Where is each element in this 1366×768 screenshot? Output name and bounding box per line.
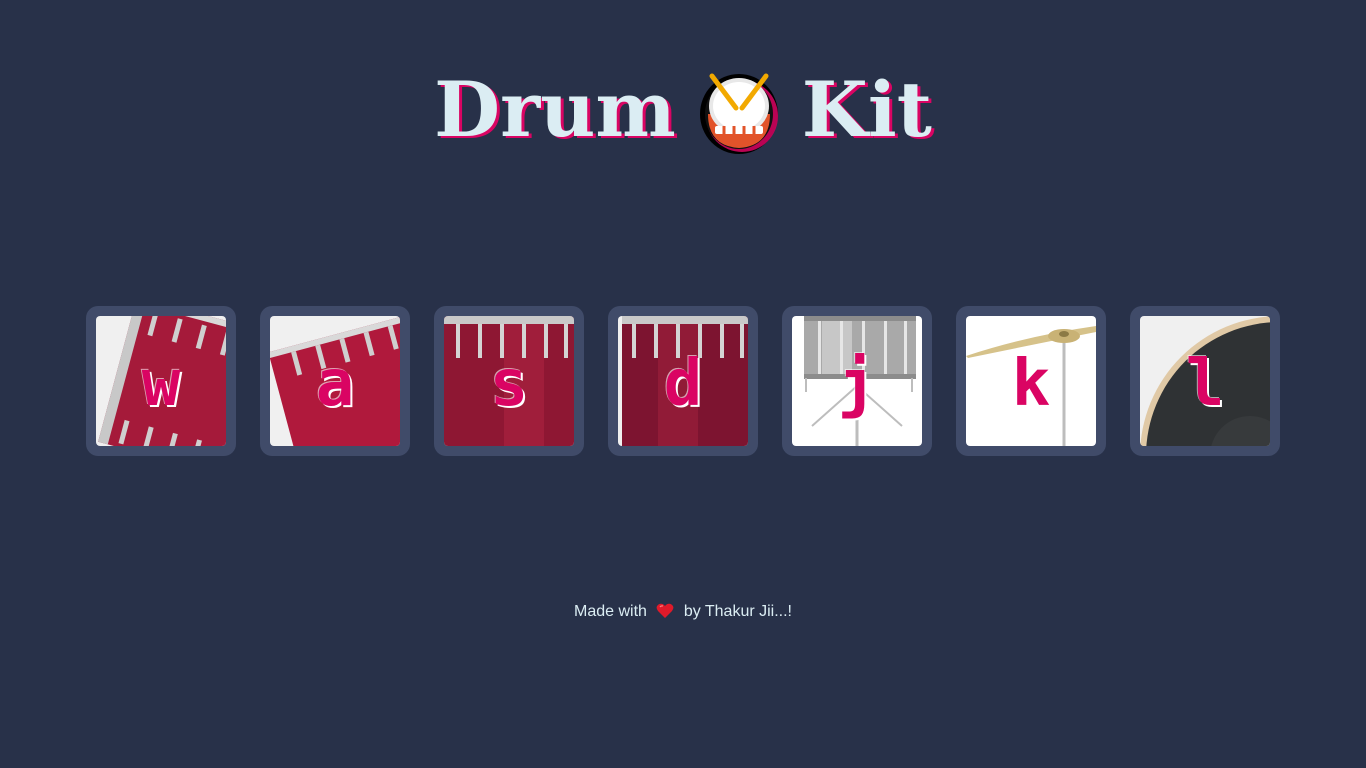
drum-button-l[interactable]: l [1130, 306, 1280, 456]
drum-button-w[interactable]: w [86, 306, 236, 456]
drum-button-s[interactable]: s [434, 306, 584, 456]
key-label: s [489, 347, 529, 421]
drum-button-k[interactable]: k [956, 306, 1106, 456]
key-label: a [315, 347, 355, 421]
key-label: k [1011, 347, 1051, 421]
key-label: j [837, 347, 877, 421]
title-word-kit: Kit [801, 65, 932, 154]
key-label: w [141, 347, 181, 421]
drum-face: l [1140, 316, 1270, 446]
footer-credit: Made with by Thakur Jii...! [0, 603, 1366, 621]
drum-face: d [618, 316, 748, 446]
footer-prefix: Made with [573, 603, 647, 620]
footer-suffix: by Thakur Jii...! [683, 603, 792, 620]
drum-button-j[interactable]: j [782, 306, 932, 456]
drum-face: a [270, 316, 400, 446]
drum-button-d[interactable]: d [608, 306, 758, 456]
drum-kit-page: Drum Kit w a s d j k l Made with by Thak… [0, 0, 1366, 768]
drum-face: j [792, 316, 922, 446]
drum-face: w [96, 316, 226, 446]
drum-button-a[interactable]: a [260, 306, 410, 456]
drum-set: w a s d j k l [86, 306, 1280, 456]
heart-icon [656, 603, 674, 619]
drum-icon [698, 64, 780, 156]
page-title: Drum Kit [0, 62, 1366, 158]
key-label: l [1185, 347, 1225, 421]
drum-face: s [444, 316, 574, 446]
drum-face: k [966, 316, 1096, 446]
title-word-drum: Drum [434, 65, 676, 154]
key-label: d [663, 347, 703, 421]
